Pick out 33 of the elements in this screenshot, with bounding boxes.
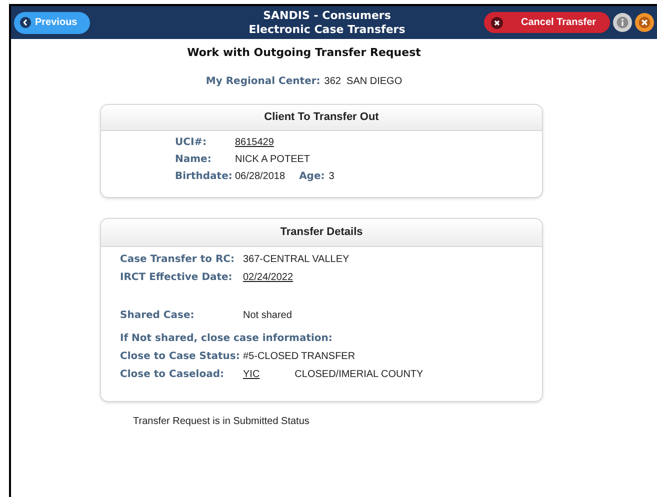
- field-label: IRCT Effective Date:: [120, 270, 234, 284]
- field-label: Birthdate:: [175, 170, 234, 184]
- value-text: CLOSED/IMERIAL COUNTY: [294, 368, 424, 382]
- app-title: SANDIS - Consumers: [263, 8, 391, 22]
- field-label: Case Transfer to RC:: [120, 252, 236, 266]
- chevron-left-icon: [20, 17, 31, 28]
- value-text: 367-CENTRAL VALLEY: [243, 252, 350, 266]
- value-text: 3: [328, 170, 334, 184]
- value-link[interactable]: 8615429: [235, 134, 274, 150]
- value-link[interactable]: 02/24/2022: [243, 270, 294, 284]
- value-text: 362 SAN DIEGO: [324, 74, 402, 88]
- info-icon[interactable]: [613, 13, 632, 32]
- field-label: UCI#:: [175, 136, 208, 150]
- field-label: Close to Case Status:: [120, 350, 241, 364]
- card-title: Client To Transfer Out: [264, 110, 379, 125]
- app-subtitle: Electronic Case Transfers: [248, 22, 406, 36]
- value-text: #5-CLOSED TRANSFER: [243, 350, 356, 364]
- value-text: 06/28/2018: [235, 170, 286, 184]
- page-title: Work with Outgoing Transfer Request: [187, 45, 421, 61]
- field-label: Name:: [175, 152, 212, 166]
- value-link[interactable]: YIC: [243, 366, 260, 382]
- value-text: NICK A POTEET: [235, 152, 310, 166]
- field-label: Age:: [299, 170, 325, 184]
- close-icon[interactable]: [635, 13, 654, 32]
- section-heading: If Not shared, close case information:: [120, 332, 332, 346]
- cancel-transfer-button[interactable]: Cancel Transfer: [484, 12, 610, 33]
- field-label: Shared Case:: [120, 308, 196, 322]
- status-message: Transfer Request is in Submitted Status: [133, 414, 310, 428]
- close-icon: [491, 16, 503, 28]
- field-label: Close to Caseload:: [120, 368, 226, 382]
- field-label: My Regional Center:: [206, 74, 320, 88]
- card-title: Transfer Details: [280, 224, 363, 240]
- value-text: Not shared: [243, 308, 292, 322]
